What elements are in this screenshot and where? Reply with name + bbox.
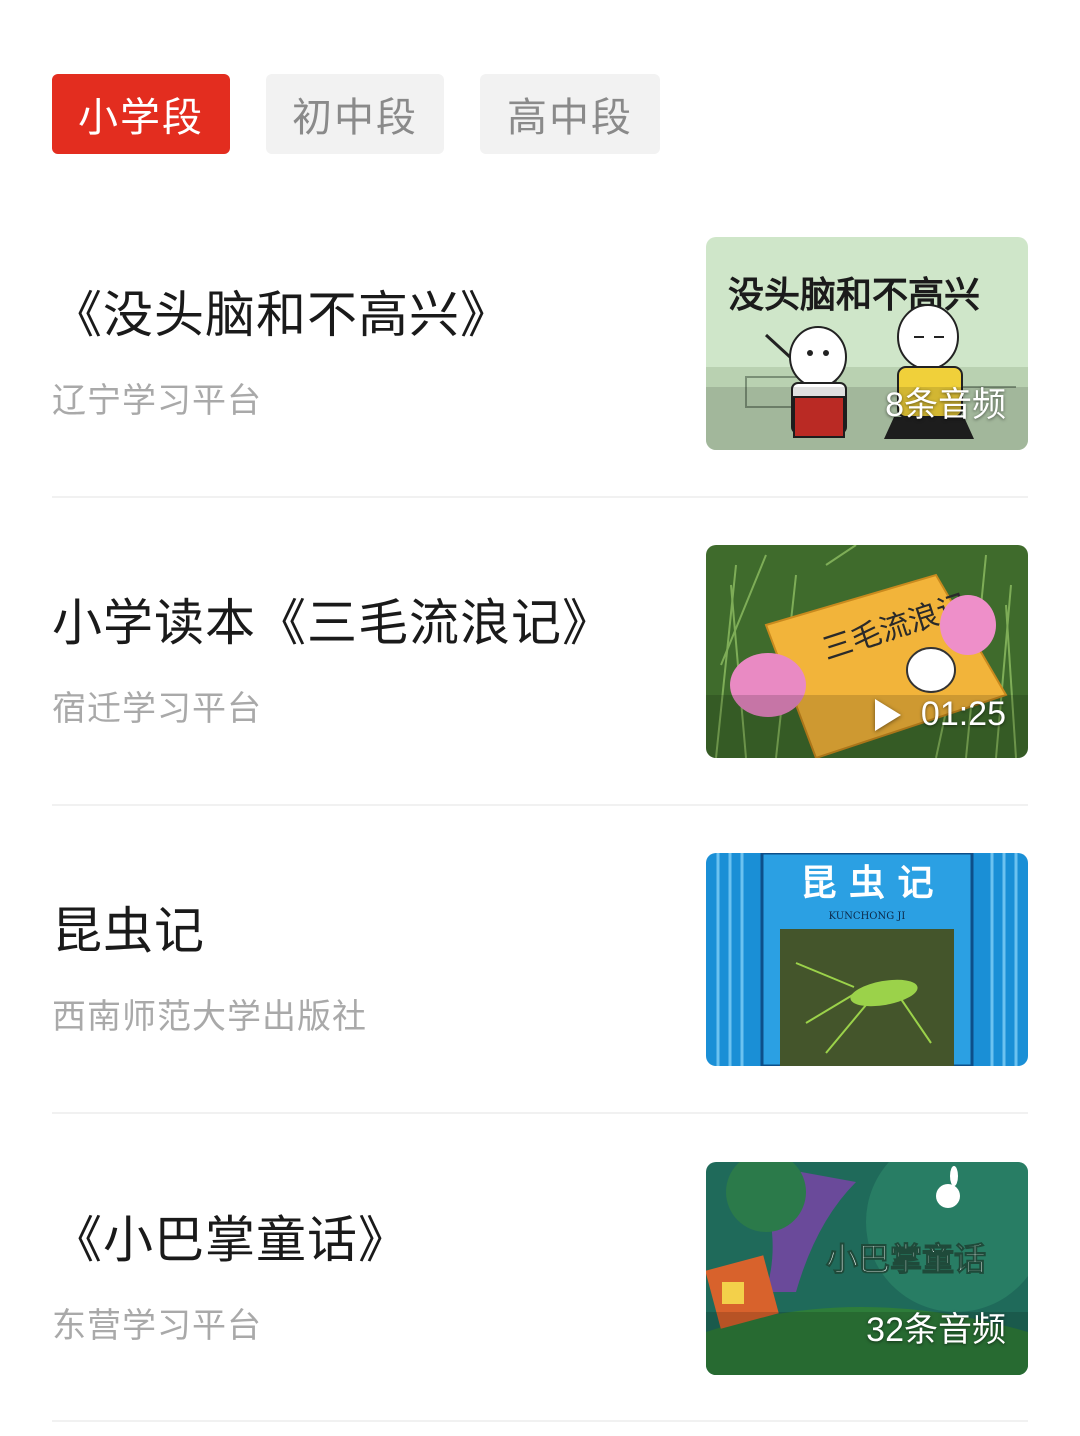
- item-title: 《小巴掌童话》: [52, 1211, 409, 1269]
- item-title: 昆虫记: [52, 902, 205, 960]
- tab-primary[interactable]: 小学段: [52, 74, 230, 154]
- item-title: 小学读本《三毛流浪记》: [52, 594, 613, 652]
- item-source: 辽宁学习平台: [52, 382, 262, 420]
- tab-senior-high[interactable]: 高中段: [480, 74, 660, 154]
- insect-book-cover-image: 昆 虫 记 KUNCHONG JI: [706, 853, 1028, 1066]
- divider: [52, 804, 1028, 806]
- item-source: 东营学习平台: [52, 1307, 262, 1345]
- audio-count-badge: 8条音频: [885, 386, 1006, 424]
- video-duration-badge: 01:25: [874, 695, 1006, 734]
- divider: [52, 1420, 1028, 1422]
- item-thumbnail[interactable]: 昆 虫 记 KUNCHONG JI: [706, 853, 1028, 1066]
- list-item[interactable]: 《没头脑和不高兴》 辽宁学习平台 没头脑和不高兴 8条音频: [52, 237, 1028, 545]
- play-icon: [874, 698, 901, 731]
- list-item[interactable]: 昆虫记 西南师范大学出版社 昆 虫 记 KUNCHONG JI: [52, 853, 1028, 1161]
- tab-junior-high[interactable]: 初中段: [266, 74, 444, 154]
- item-source: 西南师范大学出版社: [52, 998, 367, 1036]
- list-item[interactable]: 小学读本《三毛流浪记》 宿迁学习平台 三毛流浪记 01:25: [52, 545, 1028, 853]
- grade-tabs: 小学段 初中段 高中段: [52, 74, 660, 154]
- list-item[interactable]: 《小巴掌童话》 东营学习平台 小巴掌童话 32条音频: [52, 1162, 1028, 1436]
- divider: [52, 496, 1028, 498]
- thumb-title-text: 小巴掌童话: [826, 1240, 986, 1278]
- item-title: 《没头脑和不高兴》: [52, 286, 511, 344]
- thumb-subtitle-text: KUNCHONG JI: [829, 911, 906, 922]
- divider: [52, 1112, 1028, 1114]
- thumb-title-text: 昆 虫 记: [800, 862, 933, 904]
- item-thumbnail[interactable]: 三毛流浪记 01:25: [706, 545, 1028, 758]
- item-thumbnail[interactable]: 没头脑和不高兴 8条音频: [706, 237, 1028, 450]
- duration-text: 01:25: [920, 695, 1006, 733]
- item-thumbnail[interactable]: 小巴掌童话 32条音频: [706, 1162, 1028, 1375]
- audio-count-badge: 32条音频: [866, 1311, 1006, 1349]
- item-source: 宿迁学习平台: [52, 690, 262, 728]
